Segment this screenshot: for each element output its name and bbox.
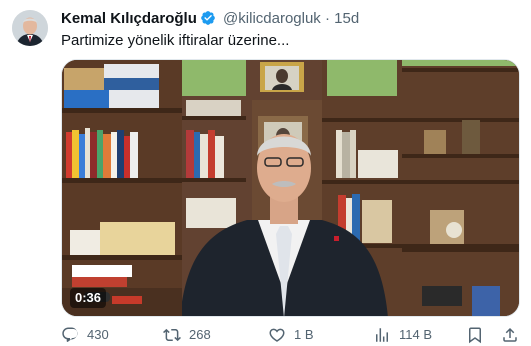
author-name[interactable]: Kemal Kılıçdaroğlu — [61, 10, 197, 27]
share-button[interactable] — [501, 325, 527, 345]
reply-icon — [62, 327, 78, 342]
share-icon — [503, 327, 517, 342]
bookmark-button[interactable] — [466, 325, 492, 345]
views-count: 114 B — [399, 327, 433, 342]
retweet-button[interactable]: 268 — [163, 325, 211, 345]
like-button[interactable]: 1 B — [268, 325, 314, 345]
retweet-icon — [163, 328, 181, 342]
bookmark-icon — [469, 327, 481, 344]
separator-dot: · — [324, 10, 330, 27]
video-duration: 0:36 — [70, 288, 107, 308]
like-count: 1 B — [294, 327, 314, 342]
author-handle[interactable]: @kilicdarogluk — [223, 10, 321, 27]
tweet-text: Partimize yönelik iftiralar üzerine... — [61, 32, 290, 49]
reply-count: 430 — [87, 327, 109, 342]
tweet-header: Kemal Kılıçdaroğlu @kilicdarogluk · 15d — [61, 9, 359, 29]
avatar[interactable] — [12, 10, 48, 46]
retweet-count: 268 — [189, 327, 211, 342]
video-player[interactable] — [61, 59, 520, 317]
tweet-actions: 430 268 1 B 114 B — [61, 325, 523, 345]
verified-badge-icon — [200, 10, 216, 26]
tweet-timestamp[interactable]: 15d — [334, 10, 359, 27]
video-thumbnail — [62, 60, 519, 316]
views-icon — [376, 328, 388, 342]
reply-button[interactable]: 430 — [61, 325, 109, 345]
views-button[interactable]: 114 B — [373, 325, 432, 345]
heart-icon — [269, 328, 285, 342]
tweet-card[interactable]: Kemal Kılıçdaroğlu @kilicdarogluk · 15d … — [0, 0, 531, 346]
